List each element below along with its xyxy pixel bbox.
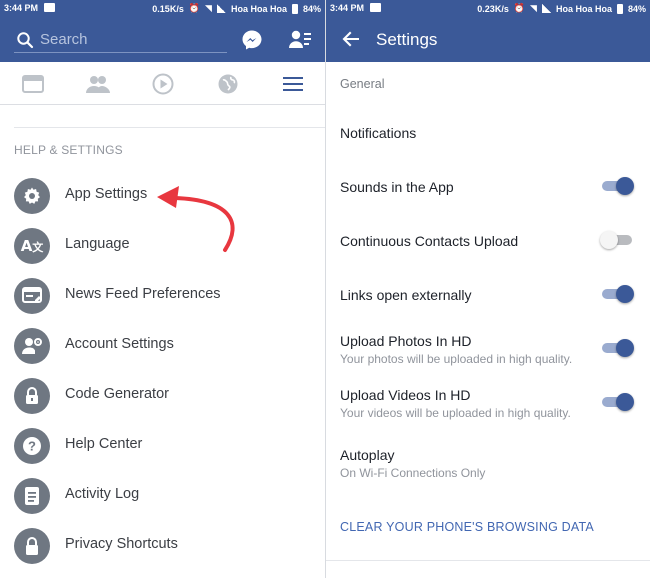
tab-friends[interactable] bbox=[65, 62, 130, 105]
tab-video[interactable] bbox=[130, 62, 195, 105]
tab-menu[interactable] bbox=[260, 62, 325, 105]
setting-title: Sounds in the App bbox=[340, 179, 454, 195]
menu-item-news-feed-preferences[interactable]: News Feed Preferences bbox=[0, 274, 325, 324]
image-notification-icon bbox=[44, 3, 55, 12]
menu-label: App Settings bbox=[65, 186, 148, 202]
person-list-icon bbox=[289, 30, 311, 48]
menu-item-privacy-shortcuts[interactable]: Privacy Shortcuts bbox=[0, 524, 325, 574]
settings-screen: 3:44 PM 0.23K/s ⏰ ◥ Hoa Hoa Hoa 84% Sett… bbox=[325, 0, 650, 578]
menu-item-account-settings[interactable]: Account Settings bbox=[0, 324, 325, 374]
battery-level: 84% bbox=[302, 3, 321, 14]
menu-label: Activity Log bbox=[65, 486, 140, 502]
section-header-general: General bbox=[340, 77, 385, 91]
battery-level: 84% bbox=[627, 3, 646, 14]
setting-upload-photos-hd[interactable]: Upload Photos In HD Your photos will be … bbox=[326, 326, 650, 372]
setting-links-open-externally[interactable]: Links open externally bbox=[326, 278, 650, 318]
battery-icon bbox=[616, 3, 623, 14]
facebook-menu-screen: 3:44 PM 0.15K/s ⏰ ◥ Hoa Hoa Hoa 84% Sear… bbox=[0, 0, 325, 578]
menu-label: Language bbox=[65, 236, 130, 252]
globe-icon bbox=[218, 74, 237, 93]
toggle-switch[interactable] bbox=[600, 230, 634, 250]
toggle-switch[interactable] bbox=[600, 176, 634, 196]
network-speed: 0.15K/s bbox=[152, 3, 184, 14]
settings-app-bar: Settings bbox=[326, 17, 650, 62]
back-button[interactable] bbox=[340, 28, 364, 52]
toggle-switch[interactable] bbox=[600, 284, 634, 304]
play-icon bbox=[152, 73, 173, 94]
network-speed: 0.23K/s bbox=[477, 3, 509, 14]
setting-continuous-contacts-upload[interactable]: Continuous Contacts Upload bbox=[326, 224, 650, 264]
menu-label: Code Generator bbox=[65, 386, 169, 402]
alarm-icon: ⏰ bbox=[513, 3, 526, 13]
menu-item-app-settings[interactable]: App Settings bbox=[0, 174, 325, 224]
tab-news-feed[interactable] bbox=[0, 62, 65, 105]
wifi-icon: ◥ bbox=[530, 3, 537, 13]
gear-icon bbox=[14, 178, 50, 214]
menu-item-activity-log[interactable]: Activity Log bbox=[0, 474, 325, 524]
setting-title: Upload Videos In HD bbox=[340, 387, 471, 403]
setting-autoplay[interactable]: Autoplay On Wi-Fi Connections Only bbox=[326, 440, 650, 486]
menu-label: News Feed Preferences bbox=[65, 286, 221, 302]
search-icon bbox=[17, 32, 34, 49]
news-feed-tab-icon bbox=[21, 74, 44, 93]
padlock-icon bbox=[14, 528, 50, 564]
battery-icon bbox=[291, 3, 298, 14]
top-app-bar: Search bbox=[0, 17, 325, 62]
status-time: 3:44 PM bbox=[4, 3, 39, 13]
image-notification-icon bbox=[370, 3, 381, 12]
wifi-icon: ◥ bbox=[205, 3, 212, 13]
divider bbox=[326, 560, 650, 561]
divider bbox=[14, 127, 325, 128]
setting-sounds-in-app[interactable]: Sounds in the App bbox=[326, 170, 650, 210]
setting-title: Autoplay bbox=[340, 447, 395, 463]
lock-icon bbox=[14, 378, 50, 414]
tab-notifications[interactable] bbox=[195, 62, 260, 105]
page-title: Settings bbox=[376, 30, 438, 49]
menu-label: Privacy Shortcuts bbox=[65, 536, 178, 552]
setting-subtitle: Your videos will be uploaded in high qua… bbox=[340, 406, 571, 420]
setting-upload-videos-hd[interactable]: Upload Videos In HD Your videos will be … bbox=[326, 380, 650, 426]
setting-title: Notifications bbox=[340, 125, 417, 141]
menu-label: Help Center bbox=[65, 436, 143, 452]
menu-label: Account Settings bbox=[65, 336, 174, 352]
menu-item-code-generator[interactable]: Code Generator bbox=[0, 374, 325, 424]
carrier-name: Hoa Hoa Hoa bbox=[230, 3, 287, 14]
friend-requests-button[interactable] bbox=[288, 28, 312, 52]
translate-icon: A文 bbox=[14, 228, 50, 264]
status-bar: 3:44 PM 0.23K/s ⏰ ◥ Hoa Hoa Hoa 84% bbox=[326, 0, 650, 17]
document-icon bbox=[14, 478, 50, 514]
toggle-switch[interactable] bbox=[600, 338, 634, 358]
carrier-name: Hoa Hoa Hoa bbox=[555, 3, 612, 14]
search-field[interactable]: Search bbox=[14, 27, 227, 53]
setting-notifications[interactable]: Notifications bbox=[326, 115, 650, 155]
section-header: HELP & SETTINGS bbox=[14, 143, 123, 157]
messenger-button[interactable] bbox=[240, 28, 264, 52]
menu-item-language[interactable]: A文 Language bbox=[0, 224, 325, 274]
question-icon: ? bbox=[14, 428, 50, 464]
svg-text:?: ? bbox=[28, 439, 36, 454]
messenger-icon bbox=[242, 30, 262, 50]
toggle-switch[interactable] bbox=[600, 392, 634, 412]
hamburger-menu-icon bbox=[282, 76, 303, 91]
setting-title: Upload Photos In HD bbox=[340, 333, 472, 349]
back-arrow-icon bbox=[342, 31, 359, 47]
signal-icon bbox=[541, 4, 551, 13]
friends-icon bbox=[85, 75, 110, 93]
account-settings-icon bbox=[14, 328, 50, 364]
alarm-icon: ⏰ bbox=[188, 3, 201, 13]
setting-subtitle: Your photos will be uploaded in high qua… bbox=[340, 352, 573, 366]
setting-title: Links open externally bbox=[340, 287, 472, 303]
news-feed-icon bbox=[14, 278, 50, 314]
setting-subtitle: On Wi-Fi Connections Only bbox=[340, 466, 486, 480]
status-time: 3:44 PM bbox=[330, 3, 365, 13]
status-bar: 3:44 PM 0.15K/s ⏰ ◥ Hoa Hoa Hoa 84% bbox=[0, 0, 325, 17]
clear-browsing-data-link[interactable]: CLEAR YOUR PHONE'S BROWSING DATA bbox=[340, 520, 594, 534]
menu-item-help-center[interactable]: ? Help Center bbox=[0, 424, 325, 474]
setting-title: Continuous Contacts Upload bbox=[340, 233, 519, 249]
search-placeholder: Search bbox=[40, 31, 88, 48]
tab-bar bbox=[0, 62, 325, 105]
signal-icon bbox=[216, 4, 226, 13]
